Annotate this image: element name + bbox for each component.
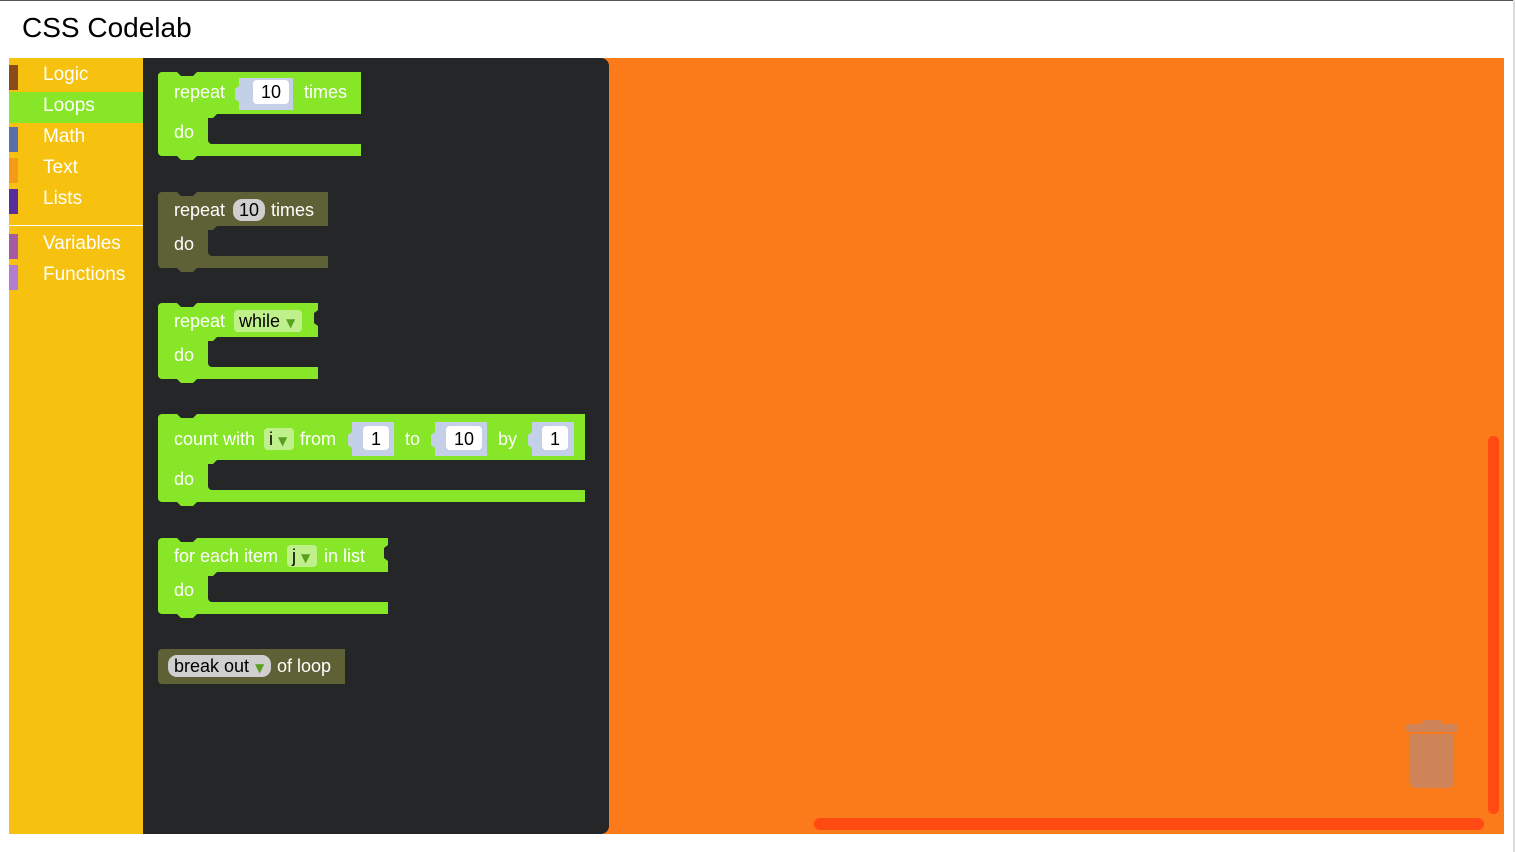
blockly-workspace[interactable]: Logic Loops Math Text Lists Variables Fu… bbox=[9, 58, 1504, 834]
block-text: for each item bbox=[174, 546, 278, 566]
block-repeat-times-disabled[interactable]: repeat 10 times do bbox=[158, 192, 328, 272]
category-label: Text bbox=[43, 157, 78, 178]
block-do-label: do bbox=[174, 469, 194, 489]
block-text: repeat bbox=[174, 200, 225, 220]
category-label: Loops bbox=[43, 95, 95, 116]
category-color-swatch bbox=[9, 96, 18, 121]
chevron-down-icon: ▼ bbox=[278, 434, 288, 448]
number-field-value: 1 bbox=[550, 429, 560, 449]
toolbox: Logic Loops Math Text Lists Variables Fu… bbox=[9, 58, 143, 834]
toolbox-category-text[interactable]: Text bbox=[9, 154, 143, 185]
block-do-label: do bbox=[174, 580, 194, 600]
block-for-each[interactable]: for each item j ▼ in list do bbox=[158, 538, 388, 618]
block-text: of loop bbox=[277, 656, 331, 676]
block-text: count with bbox=[174, 429, 255, 449]
category-label: Logic bbox=[43, 64, 89, 85]
category-label: Variables bbox=[43, 233, 121, 254]
block-text: from bbox=[300, 429, 336, 449]
workspace-vertical-scrollbar[interactable] bbox=[1488, 436, 1499, 814]
block-repeat-while[interactable]: repeat while ▼ do bbox=[158, 303, 318, 383]
trash-icon[interactable] bbox=[1402, 720, 1462, 792]
chevron-down-icon: ▼ bbox=[255, 661, 265, 675]
category-label: Lists bbox=[43, 188, 83, 209]
block-text: to bbox=[405, 429, 420, 449]
number-field-value: 10 bbox=[261, 82, 281, 102]
workspace-horizontal-scrollbar[interactable] bbox=[814, 818, 1484, 830]
block-text: repeat bbox=[174, 82, 225, 102]
block-do-label: do bbox=[174, 345, 194, 365]
block-do-label: do bbox=[174, 122, 194, 142]
block-flyout: repeat 10 times do repeat 10 times do re… bbox=[143, 58, 609, 834]
variable-dropdown-value: i bbox=[269, 429, 273, 449]
category-label: Math bbox=[43, 126, 86, 147]
number-field-value: 10 bbox=[454, 429, 474, 449]
dropdown-field-value: break out bbox=[174, 656, 249, 676]
block-text: times bbox=[271, 200, 314, 220]
variable-dropdown-value: j bbox=[291, 546, 296, 566]
dropdown-field-value: while bbox=[238, 311, 280, 331]
block-text: by bbox=[498, 429, 517, 449]
chevron-down-icon: ▼ bbox=[286, 316, 296, 330]
block-text: repeat bbox=[174, 311, 225, 331]
block-break-out[interactable]: break out ▼ of loop bbox=[158, 649, 345, 684]
chevron-down-icon: ▼ bbox=[301, 551, 311, 565]
category-color-swatch bbox=[9, 265, 18, 290]
category-color-swatch bbox=[9, 65, 18, 90]
block-repeat-times[interactable]: repeat 10 times do bbox=[158, 72, 361, 160]
toolbox-separator bbox=[9, 225, 143, 226]
toolbox-category-logic[interactable]: Logic bbox=[9, 61, 143, 92]
toolbox-category-math[interactable]: Math bbox=[9, 123, 143, 154]
toolbox-category-variables[interactable]: Variables bbox=[9, 230, 143, 261]
category-label: Functions bbox=[43, 264, 126, 285]
block-do-label: do bbox=[174, 234, 194, 254]
toolbox-category-loops[interactable]: Loops bbox=[9, 92, 143, 123]
category-color-swatch bbox=[9, 189, 18, 214]
toolbox-category-lists[interactable]: Lists bbox=[9, 185, 143, 216]
category-color-swatch bbox=[9, 127, 18, 152]
number-field-value: 10 bbox=[239, 200, 259, 220]
category-color-swatch bbox=[9, 234, 18, 259]
block-count-with[interactable]: count with i ▼ from 1 to 10 by 1 do bbox=[158, 414, 585, 506]
category-color-swatch bbox=[9, 158, 18, 183]
block-text: in list bbox=[324, 546, 365, 566]
block-text: times bbox=[304, 82, 347, 102]
toolbox-category-functions[interactable]: Functions bbox=[9, 261, 143, 292]
number-field-value: 1 bbox=[371, 429, 381, 449]
window-top-border bbox=[0, 0, 1515, 1]
page-title: CSS Codelab bbox=[22, 12, 192, 43]
